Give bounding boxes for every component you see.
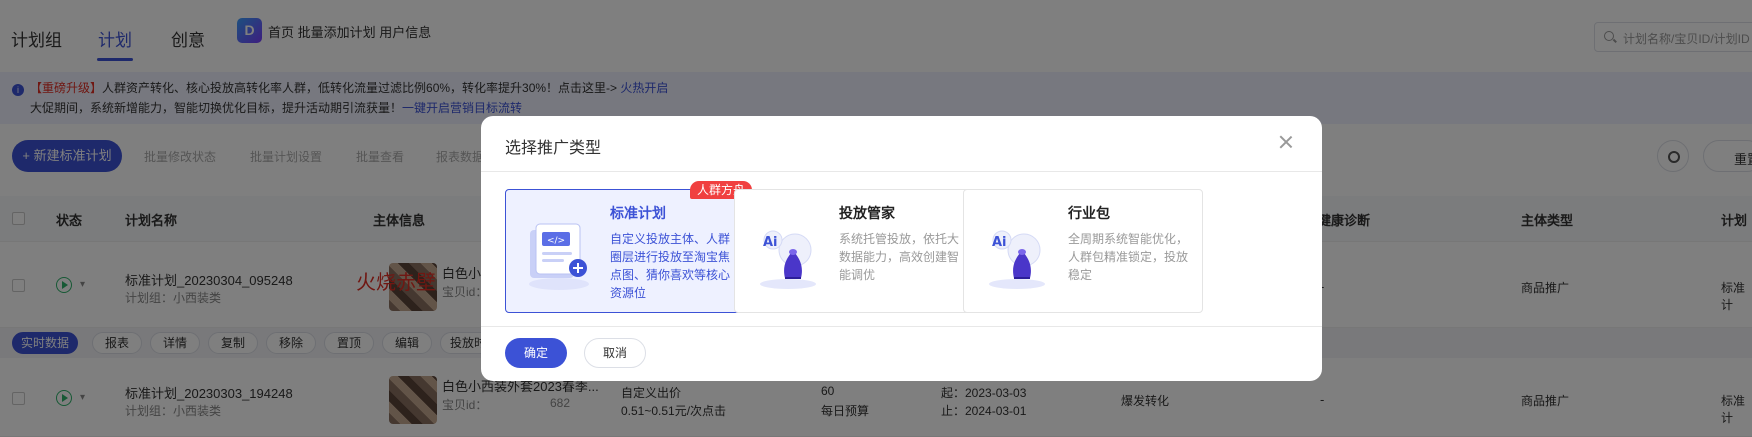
option-title: 标准计划 xyxy=(610,205,666,221)
standard-plan-illustration: </> xyxy=(529,223,589,290)
dialog-title: 选择推广类型 xyxy=(505,140,602,157)
dialog-footer-divider xyxy=(481,326,1322,327)
option-title: 行业包 xyxy=(1068,205,1110,221)
cancel-button[interactable]: 取消 xyxy=(584,338,646,368)
close-icon[interactable] xyxy=(1276,132,1296,152)
svg-text:</>: </> xyxy=(547,236,565,246)
option-description: 全周期系统智能优化，人群包精准锁定，投放稳定 xyxy=(1068,232,1189,282)
confirm-button[interactable]: 确定 xyxy=(505,338,567,368)
promotion-type-dialog: 选择推广类型 人群方舟 </> 标准计划 自定义投放主体、人群圈层进行投放至淘宝… xyxy=(481,116,1322,381)
option-title: 投放管家 xyxy=(839,205,895,221)
svg-text:Ai: Ai xyxy=(992,235,1007,250)
industry-pack-illustration: Ai xyxy=(989,230,1045,289)
option-ad-manager[interactable]: Ai 投放管家 系统托管投放，依托大数据能力，高效创建智能调优 xyxy=(734,189,974,313)
option-standard-plan[interactable]: 人群方舟 </> 标准计划 自定义投放主体、人群圈层进行投放至淘宝焦点图、猜你喜… xyxy=(505,181,753,313)
dialog-header-divider xyxy=(481,171,1322,172)
svg-text:Ai: Ai xyxy=(763,235,778,250)
option-description: 系统托管投放，依托大数据能力，高效创建智能调优 xyxy=(839,232,960,282)
option-description: 自定义投放主体、人群圈层进行投放至淘宝焦点图、猜你喜欢等核心资源位 xyxy=(610,232,731,300)
ai-manager-illustration: Ai xyxy=(760,230,816,289)
option-industry-pack[interactable]: Ai 行业包 全周期系统智能优化，人群包精准锁定，投放稳定 xyxy=(963,189,1203,313)
